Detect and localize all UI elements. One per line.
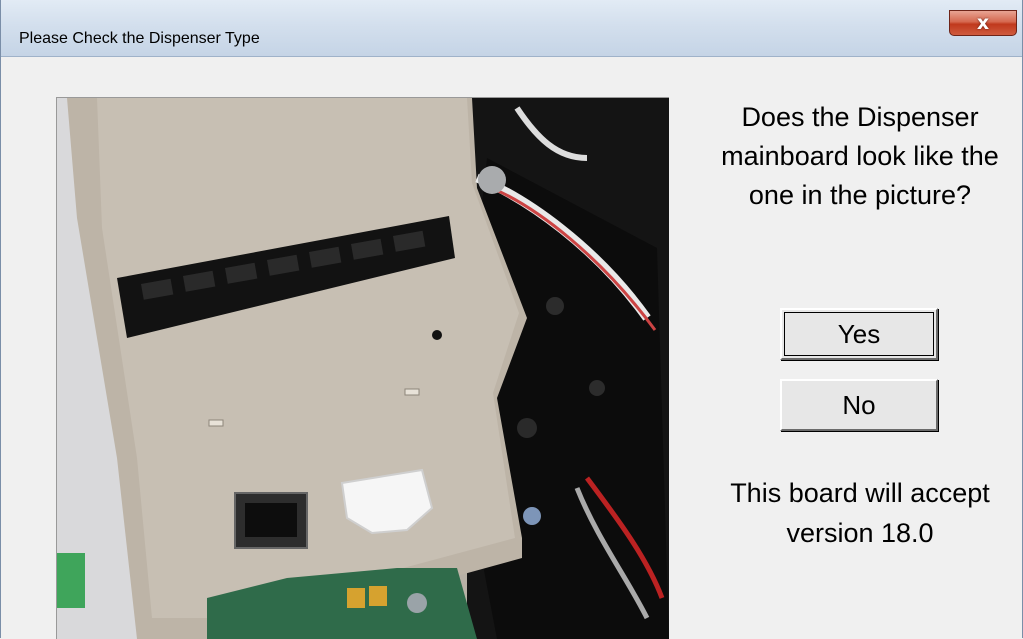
close-icon: x [976, 12, 990, 34]
version-info-text: This board will accept version 18.0 [730, 478, 990, 548]
yes-button[interactable]: Yes [780, 308, 938, 360]
close-button[interactable]: x [949, 10, 1017, 36]
no-button-label: No [842, 390, 876, 420]
window-title: Please Check the Dispenser Type [19, 30, 260, 47]
mainboard-picture [57, 98, 669, 639]
no-button[interactable]: No [780, 379, 938, 431]
dialog-window: Please Check the Dispenser Type x Does t… [0, 0, 1023, 639]
dispenser-mainboard-photo [56, 97, 669, 639]
question-text: Does the Dispenser mainboard look like t… [721, 102, 999, 210]
title-bar[interactable]: Please Check the Dispenser Type x [1, 0, 1022, 57]
yes-button-label: Yes [837, 319, 881, 349]
